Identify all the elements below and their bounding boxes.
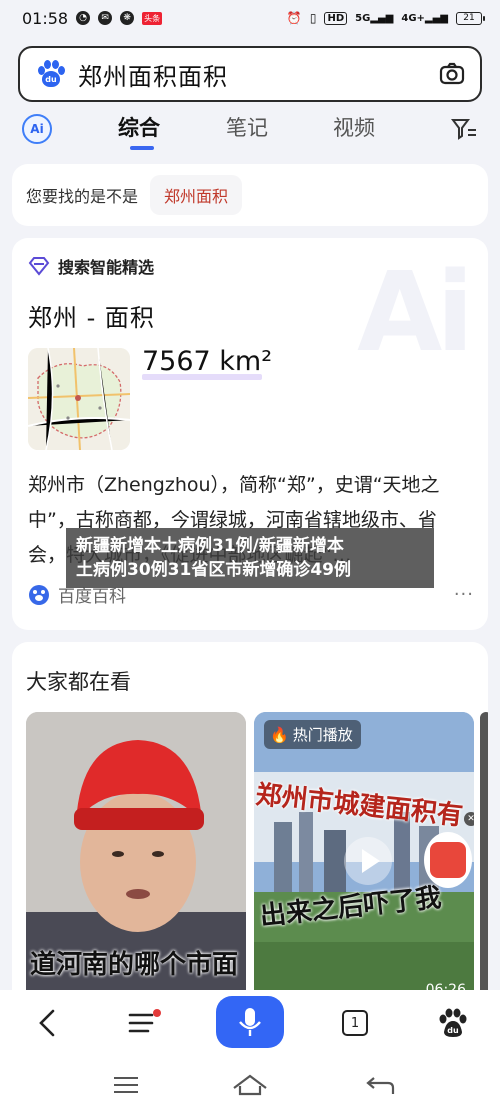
bottom-toolbar: 1 du	[0, 990, 500, 1058]
status-bar: 01:58 ◔ ✉ ❋ 头条 ⏰ ▯ HD 5G ▂▄▆ 4G+ ▂▄▆ 21	[0, 0, 500, 36]
ai-assistant-icon[interactable]: Ai	[22, 114, 52, 144]
search-input[interactable]: 郑州面积面积	[78, 57, 438, 92]
hot-tag-label: 热门播放	[292, 726, 353, 744]
fire-icon: 🔥	[270, 725, 289, 744]
news-overlay-line1: 新疆新增本土病例31例/新疆新增本	[76, 536, 344, 556]
recent-apps-icon[interactable]	[106, 1072, 146, 1098]
more-options-icon[interactable]: ···	[454, 584, 474, 605]
status-right: ⏰ ▯ HD 5G ▂▄▆ 4G+ ▂▄▆ 21	[286, 11, 485, 25]
hot-tag: 🔥 热门播放	[264, 720, 361, 749]
tab-comprehensive[interactable]: 综合	[118, 112, 160, 142]
ai-card-header-label: 搜索智能精选	[58, 258, 155, 277]
diamond-icon	[28, 257, 50, 276]
suggestion-card: 您要找的是不是 郑州面积	[12, 164, 488, 226]
microphone-icon	[239, 1008, 261, 1036]
battery-icon: 21	[456, 11, 485, 25]
signal-4g-label: 4G+	[401, 12, 425, 24]
news-overlay-line2: 土病例30例31省区市新增确诊49例	[76, 560, 351, 580]
app-icon: ❋	[120, 11, 135, 25]
close-icon[interactable]: ✕	[464, 812, 474, 826]
status-left: 01:58 ◔ ✉ ❋ 头条	[22, 8, 163, 28]
alarm-icon: ⏰	[286, 11, 302, 25]
svg-text:du: du	[447, 1026, 459, 1035]
voice-search-button[interactable]	[216, 996, 284, 1048]
home-icon[interactable]	[230, 1072, 270, 1098]
chat-icon: ✉	[98, 11, 113, 25]
tabs-row: Ai 综合 笔记 视频	[0, 106, 500, 152]
filter-icon[interactable]	[450, 116, 478, 142]
tabs-button[interactable]: 1	[330, 1000, 380, 1046]
area-value: 7567 km²	[142, 346, 273, 377]
ai-watermark-decoration: Ai	[357, 248, 474, 376]
signal-5g-icon: 5G ▂▄▆	[355, 12, 394, 24]
play-icon[interactable]	[344, 837, 392, 885]
ai-card-title: 郑州 - 面积	[28, 304, 155, 332]
video-card[interactable]: 道河南的哪个市面	[26, 712, 246, 1002]
signal-5g-label: 5G	[355, 12, 371, 24]
vibrate-icon: ▯	[309, 11, 317, 25]
hd-icon: HD	[324, 11, 348, 25]
back-button[interactable]	[22, 1000, 72, 1046]
mascot-widget[interactable]	[424, 832, 472, 888]
suggestion-prefix: 您要找的是不是	[26, 187, 139, 206]
notification-icon: ◔	[76, 11, 91, 25]
chevron-left-icon	[39, 1009, 55, 1037]
search-box[interactable]: du 郑州面积面积	[18, 46, 482, 102]
suggestion-chip[interactable]: 郑州面积	[150, 175, 243, 215]
video-caption: 道河南的哪个市面	[30, 950, 239, 980]
active-tab-indicator	[130, 146, 154, 150]
baike-icon	[29, 584, 49, 605]
ai-card-header: 搜索智能精选	[28, 254, 154, 278]
baidu-paw-icon: du	[439, 1008, 467, 1037]
tab-notes[interactable]: 笔记	[226, 112, 268, 142]
status-time: 01:58	[22, 8, 69, 28]
system-navigation-bar	[0, 1058, 500, 1114]
tab-videos[interactable]: 视频	[333, 112, 375, 142]
battery-level: 21	[463, 13, 475, 23]
map-thumbnail[interactable]	[28, 348, 130, 450]
baidu-home-button[interactable]: du	[428, 1000, 478, 1046]
popular-card: 大家都在看 道河南的哪个市面 🔥 热门播放 郑州市城建面积有 出来之后吓了我 ✕	[12, 642, 488, 1014]
signal-4g-icon: 4G+ ▂▄▆	[401, 12, 448, 24]
popular-title: 大家都在看	[26, 670, 131, 694]
camera-icon[interactable]	[438, 60, 466, 88]
system-back-icon[interactable]	[360, 1072, 400, 1098]
tab-count-icon: 1	[342, 1010, 368, 1036]
menu-button[interactable]	[120, 1000, 170, 1046]
news-overlay-banner[interactable]: 新疆新增本土病例31例/新疆新增本 土病例30例31省区市新增确诊49例	[66, 528, 434, 588]
baidu-logo-icon: du	[36, 59, 66, 89]
video-card-partial[interactable]	[480, 712, 488, 1002]
menu-icon	[128, 1009, 161, 1033]
news-app-icon: 头条	[142, 11, 163, 25]
video-card[interactable]: 🔥 热门播放 郑州市城建面积有 出来之后吓了我 ✕ 06:26	[254, 712, 474, 1002]
